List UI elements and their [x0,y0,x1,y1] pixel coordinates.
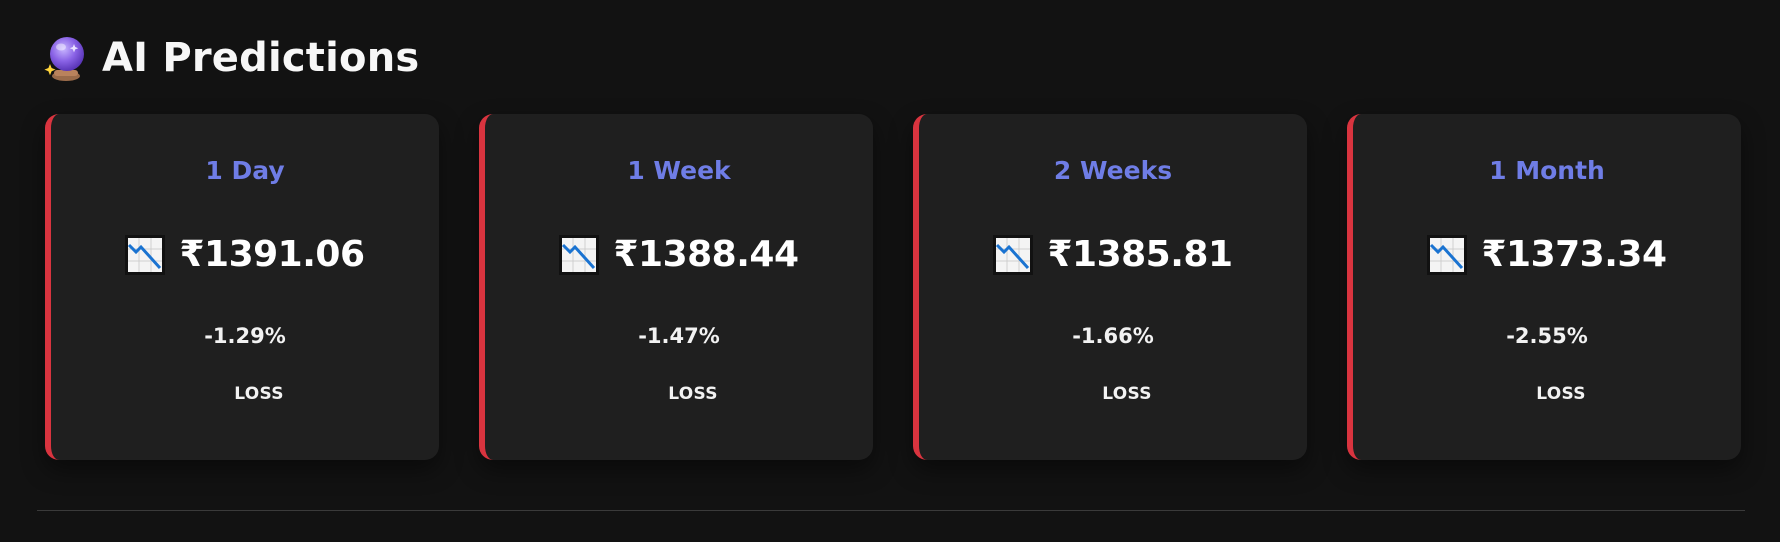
chart-decreasing-icon [559,234,600,275]
prediction-card-1-day: 1 Day ₹1391.06 -1.29% LOSS [45,114,439,460]
prediction-card-2-weeks: 2 Weeks ₹1385.81 -1.66% LOSS [913,114,1307,460]
card-price-row: ₹1385.81 [919,234,1307,275]
chart-decreasing-icon [125,234,166,275]
section-header: AI Predictions [44,32,419,84]
chart-decreasing-icon [1427,234,1468,275]
card-period-label: 1 Day [205,156,285,185]
card-period-label: 1 Week [627,156,731,185]
card-price: ₹1391.06 [179,234,365,275]
card-price-row: ₹1388.44 [485,234,873,275]
card-status-badge: LOSS [234,384,284,404]
card-status-badge: LOSS [1102,384,1152,404]
prediction-card-1-month: 1 Month ₹1373.34 -2.55% LOSS [1347,114,1741,460]
card-price-row: ₹1391.06 [51,234,439,275]
card-status-badge: LOSS [668,384,718,404]
prediction-card-1-week: 1 Week ₹1388.44 -1.47% LOSS [479,114,873,460]
predictions-section: AI Predictions 1 Day ₹1391.06 -1.29% LOS… [0,0,1780,542]
card-period-label: 2 Weeks [1053,156,1173,185]
card-change-percent: -1.29% [204,324,286,348]
card-change-percent: -1.66% [1072,324,1154,348]
crystal-ball-icon [44,34,88,82]
card-price: ₹1385.81 [1047,234,1233,275]
card-status-badge: LOSS [1536,384,1586,404]
card-price: ₹1388.44 [613,234,799,275]
section-divider [37,510,1745,511]
card-price-row: ₹1373.34 [1353,234,1741,275]
card-change-percent: -2.55% [1506,324,1588,348]
prediction-cards: 1 Day ₹1391.06 -1.29% LOSS 1 Week ₹1388.… [45,114,1741,460]
page-title: AI Predictions [102,35,420,81]
card-price: ₹1373.34 [1481,234,1667,275]
card-period-label: 1 Month [1489,156,1605,185]
chart-decreasing-icon [993,234,1034,275]
card-change-percent: -1.47% [638,324,720,348]
